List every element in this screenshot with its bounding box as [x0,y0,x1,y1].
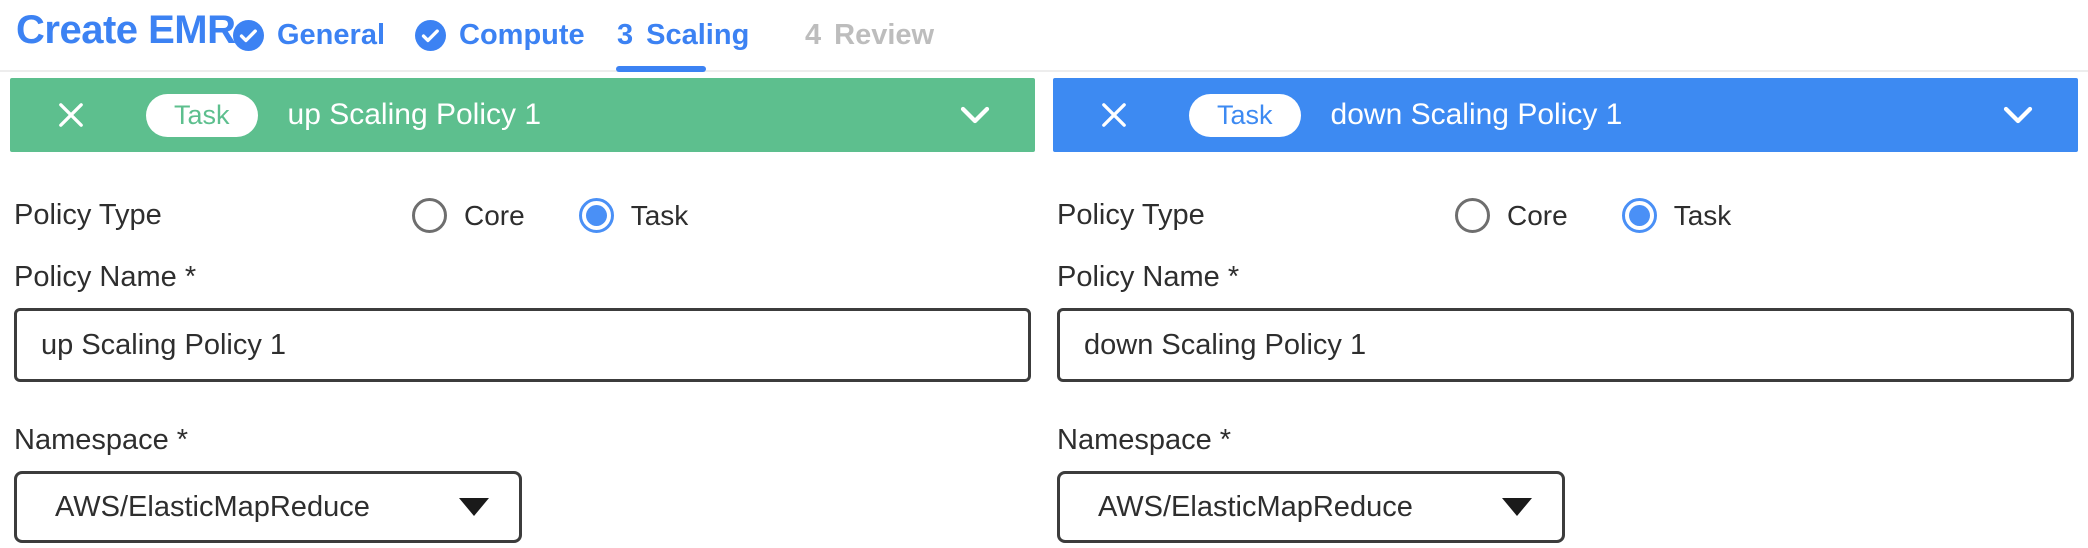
radio-icon[interactable] [1455,198,1490,233]
caret-down-icon [1502,498,1532,516]
check-circle-icon [233,20,264,51]
namespace-selected-value: AWS/ElasticMapReduce [1098,491,1413,524]
policy-type-row: Policy Type Core Task [1057,198,2078,233]
step-review[interactable]: 4 Review [805,0,934,70]
step-label: General [277,19,385,52]
chevron-down-icon[interactable] [2002,105,2034,125]
policy-name-label: Policy Name * [14,261,1035,294]
policy-name-label: Policy Name * [1057,261,2078,294]
namespace-field: Namespace * AWS/ElasticMapReduce [14,424,1035,543]
step-label: Compute [459,19,585,52]
scaling-policy-panel-up: Task up Scaling Policy 1 Policy Type Cor… [10,78,1035,543]
policy-name-field: Policy Name * [14,261,1035,382]
close-icon[interactable] [1097,98,1131,132]
step-number: 4 [805,19,821,52]
radio-option-core[interactable]: Core [412,198,525,233]
close-icon[interactable] [54,98,88,132]
policy-type-row: Policy Type Core Task [14,198,1035,233]
policy-type-label: Policy Type [1057,199,1455,232]
policy-type-radio-group: Core Task [1455,198,1731,233]
radio-label: Core [1507,200,1568,232]
step-label: Scaling [646,19,749,52]
namespace-field: Namespace * AWS/ElasticMapReduce [1057,424,2078,543]
policy-name-field: Policy Name * [1057,261,2078,382]
policy-type-radio-group: Core Task [412,198,688,233]
step-compute[interactable]: Compute [415,0,585,70]
namespace-select[interactable]: AWS/ElasticMapReduce [1057,471,1565,543]
radio-option-task[interactable]: Task [579,198,689,233]
radio-label: Core [464,200,525,232]
panel-title: up Scaling Policy 1 [288,98,541,132]
page-title: Create EMR [16,8,236,53]
step-scaling[interactable]: 3 Scaling [617,0,749,70]
panel-body: Policy Type Core Task Policy Name * [10,198,1035,543]
policy-type-label: Policy Type [14,199,412,232]
step-general[interactable]: General [233,0,385,70]
radio-label: Task [631,200,689,232]
panel-header[interactable]: Task up Scaling Policy 1 [10,78,1035,152]
namespace-select[interactable]: AWS/ElasticMapReduce [14,471,522,543]
radio-icon[interactable] [412,198,447,233]
namespace-label: Namespace * [1057,424,2078,457]
caret-down-icon [459,498,489,516]
radio-icon[interactable] [579,198,614,233]
wizard-header: Create EMR General Compute 3 Scaling 4 R… [0,0,2088,72]
step-number: 3 [617,19,633,52]
panel-body: Policy Type Core Task Policy Name * [1053,198,2078,543]
scaling-panels: Task up Scaling Policy 1 Policy Type Cor… [0,72,2088,543]
check-circle-icon [415,20,446,51]
namespace-label: Namespace * [14,424,1035,457]
instance-group-badge: Task [1189,94,1301,137]
policy-name-input[interactable] [14,308,1031,382]
policy-name-input[interactable] [1057,308,2074,382]
namespace-selected-value: AWS/ElasticMapReduce [55,491,370,524]
instance-group-badge: Task [146,94,258,137]
radio-label: Task [1674,200,1732,232]
active-tab-underline [616,66,706,72]
panel-title: down Scaling Policy 1 [1331,98,1623,132]
radio-option-core[interactable]: Core [1455,198,1568,233]
step-label: Review [834,19,934,52]
scaling-policy-panel-down: Task down Scaling Policy 1 Policy Type C… [1053,78,2078,543]
panel-header[interactable]: Task down Scaling Policy 1 [1053,78,2078,152]
radio-option-task[interactable]: Task [1622,198,1732,233]
chevron-down-icon[interactable] [959,105,991,125]
radio-icon[interactable] [1622,198,1657,233]
